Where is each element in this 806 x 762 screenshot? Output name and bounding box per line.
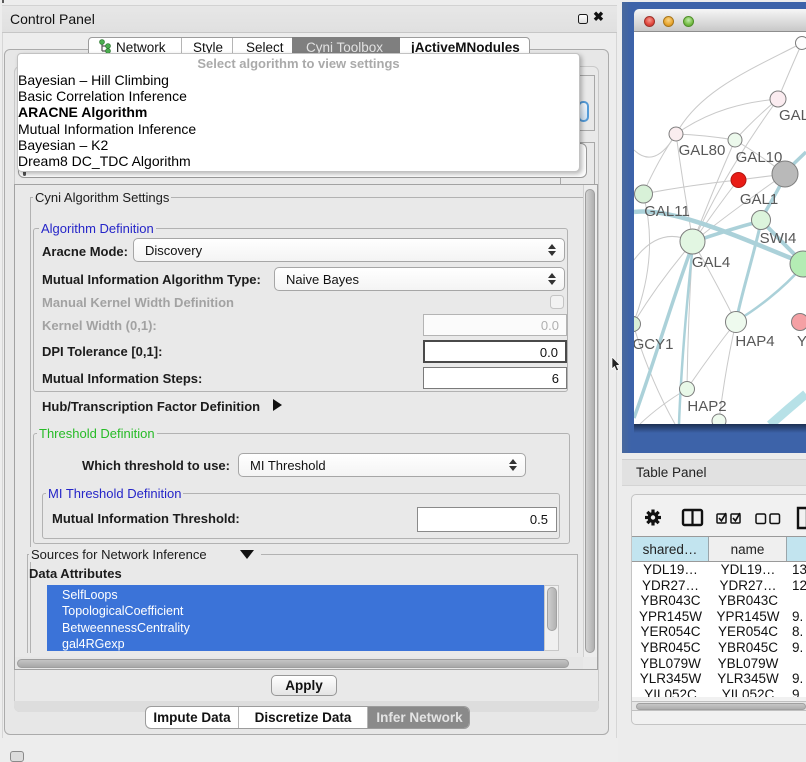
svg-text:GCY1: GCY1 — [634, 336, 673, 353]
svg-text:GAL10: GAL10 — [736, 149, 783, 166]
svg-text:HAP2: HAP2 — [687, 398, 726, 415]
svg-text:YEL: YEL — [797, 333, 806, 350]
svg-text:GAL7: GAL7 — [779, 107, 806, 124]
svg-text:GAL11: GAL11 — [644, 203, 690, 220]
svg-text:SWI4: SWI4 — [760, 230, 797, 247]
svg-text:GAL80: GAL80 — [679, 142, 726, 159]
svg-text:GAL4: GAL4 — [692, 254, 730, 271]
svg-text:GAL1: GAL1 — [740, 191, 778, 208]
svg-text:HAP4: HAP4 — [735, 333, 774, 350]
